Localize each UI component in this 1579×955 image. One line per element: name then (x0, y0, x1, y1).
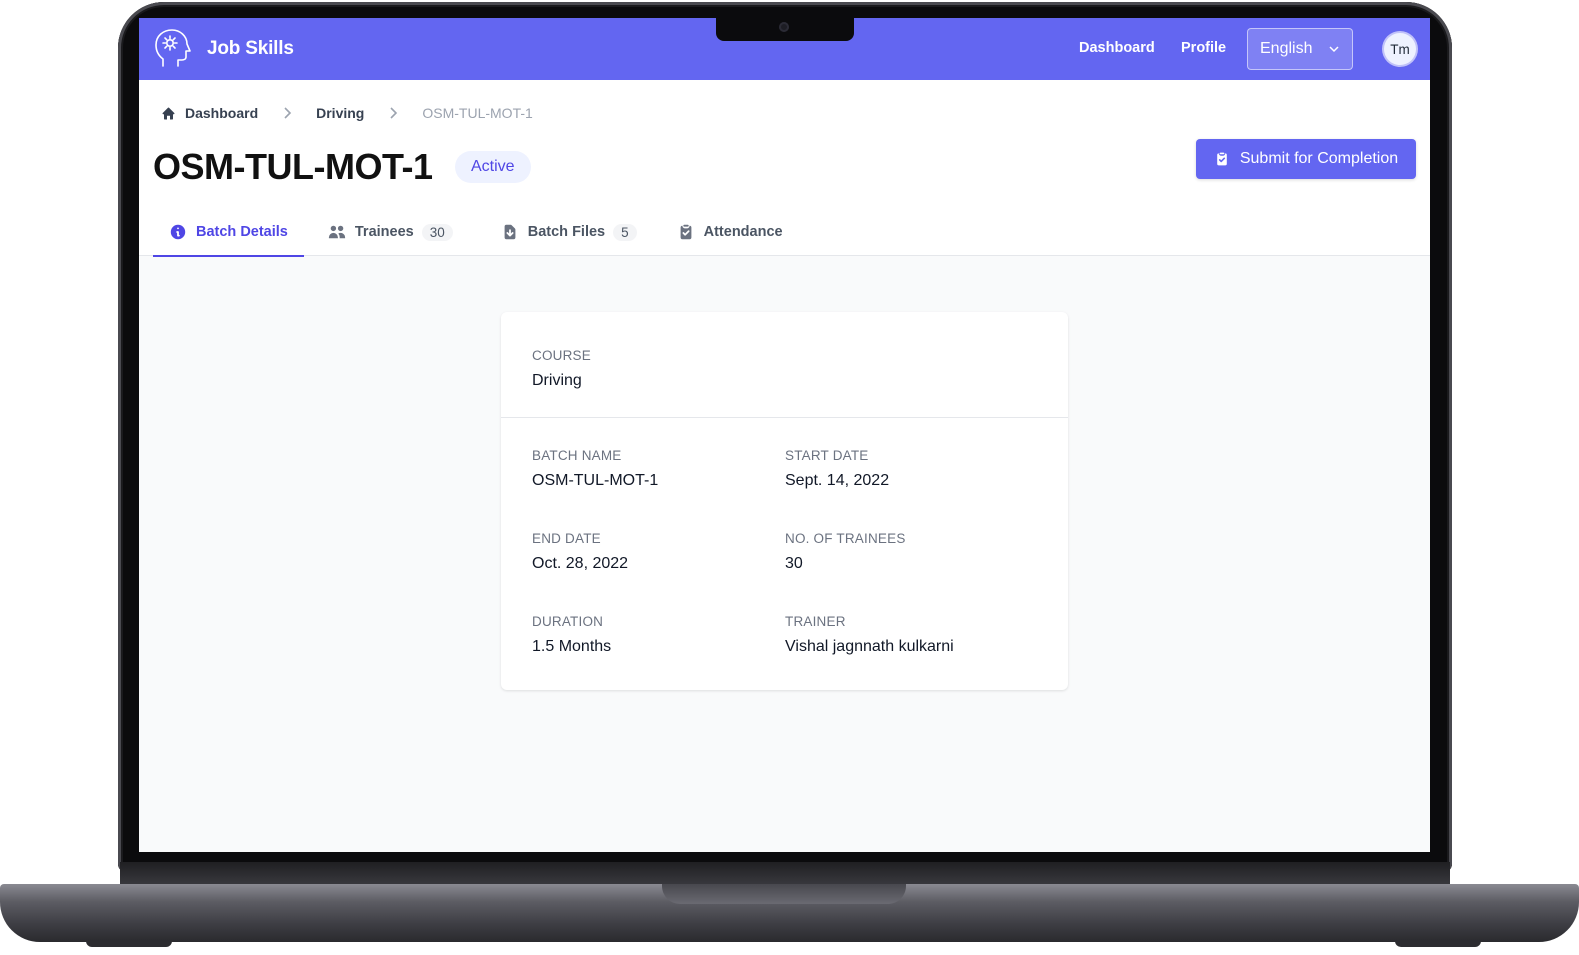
clipboard-check-icon (680, 224, 692, 240)
screen: Job Skills Dashboard Profile English Tm … (139, 18, 1430, 852)
breadcrumb: Dashboard Driving OSM-TUL-MOT-1 (161, 105, 533, 121)
laptop-foot-left (86, 940, 172, 947)
submit-button-label: Submit for Completion (1239, 150, 1399, 167)
tab-count-badge: 5 (613, 223, 637, 241)
tab-label: Trainees (354, 224, 414, 240)
nav-dashboard-link[interactable]: Dashboard (1079, 40, 1155, 56)
user-avatar[interactable]: Tm (1384, 33, 1416, 65)
batch-details-card: Course Driving Batch name OSM-TUL-MOT-1 … (501, 312, 1068, 690)
clipboard-check-icon (1217, 152, 1227, 166)
camera-notch (716, 18, 854, 41)
field-value: Oct. 28, 2022 (532, 555, 629, 572)
tab-label: Attendance (703, 224, 783, 240)
field-value: 30 (785, 555, 803, 572)
chevron-down-icon (1329, 46, 1339, 53)
tab-batch-files[interactable]: Batch Files 5 (485, 208, 653, 256)
field-label: End date (532, 531, 601, 546)
submit-for-completion-button[interactable]: Submit for Completion (1196, 139, 1416, 179)
duration-field: Duration 1.5 Months (532, 614, 611, 656)
field-label: Batch name (532, 448, 622, 463)
tab-label: Batch Files (527, 224, 606, 240)
course-field: Course Driving (532, 348, 591, 390)
field-value: Vishal jagnnath kulkarni (785, 638, 954, 655)
camera-icon (779, 22, 789, 32)
batch-name-field: Batch name OSM-TUL-MOT-1 (532, 448, 658, 490)
laptop-hinge (120, 862, 1450, 886)
page-header: Dashboard Driving OSM-TUL-MOT-1 OSM-TUL-… (139, 80, 1430, 257)
field-value: 1.5 Months (532, 638, 612, 655)
trainer-field: Trainer Vishal jagnnath kulkarni (785, 614, 954, 656)
field-value: OSM-TUL-MOT-1 (532, 472, 659, 489)
chevron-right-icon (284, 107, 292, 119)
status-badge: Active (455, 151, 531, 183)
trainee-count-field: No. of trainees 30 (785, 531, 906, 573)
field-label: No. of trainees (785, 531, 906, 546)
field-label: Start date (785, 448, 869, 463)
info-circle-icon (170, 224, 186, 240)
tab-label: Batch Details (196, 224, 288, 240)
course-section: Course Driving (501, 312, 1068, 418)
breadcrumb-current: OSM-TUL-MOT-1 (422, 105, 533, 121)
home-icon (162, 107, 175, 119)
language-select[interactable]: English (1247, 28, 1353, 70)
page-title: OSM-TUL-MOT-1 (153, 146, 433, 187)
tab-batch-details[interactable]: Batch Details (153, 208, 304, 257)
tab-bar: Batch Details Trainees 30 Batch Files 5 … (153, 208, 799, 257)
tab-attendance[interactable]: Attendance (661, 208, 799, 256)
breadcrumb-home-label: Dashboard (185, 105, 259, 121)
field-label: Trainer (785, 614, 846, 629)
field-label: Duration (532, 614, 604, 629)
breadcrumb-course[interactable]: Driving (316, 105, 364, 121)
users-icon (328, 225, 345, 239)
document-download-icon (504, 224, 516, 240)
tab-trainees[interactable]: Trainees 30 (312, 208, 469, 256)
language-select-value: English (1260, 40, 1313, 57)
chevron-right-icon (390, 107, 398, 119)
laptop-opening-notch (662, 884, 906, 904)
breadcrumb-home[interactable]: Dashboard (161, 105, 258, 121)
field-value: Driving (532, 372, 582, 389)
tab-count-badge: 30 (421, 223, 453, 241)
laptop-foot-right (1395, 940, 1481, 947)
nav-profile-link[interactable]: Profile (1181, 40, 1226, 56)
start-date-field: Start date Sept. 14, 2022 (785, 448, 889, 490)
field-label: Course (532, 348, 591, 363)
app-name: Job Skills (207, 38, 294, 59)
end-date-field: End date Oct. 28, 2022 (532, 531, 628, 573)
brand[interactable]: Job Skills (153, 28, 294, 70)
field-value: Sept. 14, 2022 (785, 472, 890, 489)
head-gear-logo-icon (155, 29, 191, 67)
